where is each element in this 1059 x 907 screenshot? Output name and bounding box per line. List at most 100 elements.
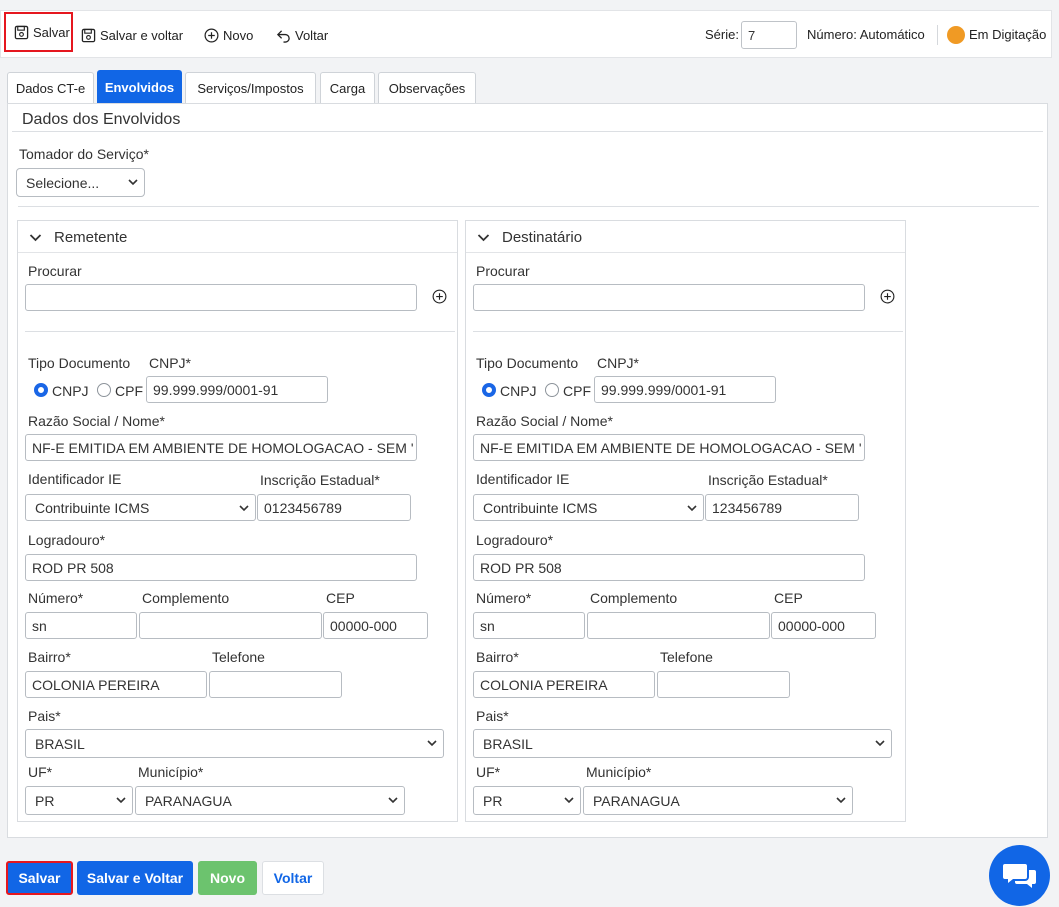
cnpj-radio[interactable] bbox=[482, 383, 496, 397]
footer-save-and-return-button[interactable]: Salvar e Voltar bbox=[77, 861, 193, 895]
chevron-down-icon bbox=[875, 740, 885, 747]
pais-select[interactable]: BRASIL bbox=[473, 729, 892, 758]
logradouro-input[interactable]: ROD PR 508 bbox=[473, 554, 865, 581]
cnpj-input[interactable]: 99.999.999/0001-91 bbox=[594, 376, 776, 403]
telefone-label: Telefone bbox=[660, 649, 713, 665]
inscricao-estadual-label: Inscrição Estadual* bbox=[708, 472, 828, 488]
cpf-radio-label: CPF bbox=[563, 383, 591, 399]
cnpj-value: 99.999.999/0001-91 bbox=[601, 381, 727, 398]
remetente-title: Remetente bbox=[54, 229, 128, 246]
bairro-input[interactable]: COLONIA PEREIRA bbox=[25, 671, 207, 698]
identificador-ie-value: Contribuinte ICMS bbox=[483, 499, 598, 516]
footer-back-button[interactable]: Voltar bbox=[262, 861, 324, 895]
cnpj-input[interactable]: 99.999.999/0001-91 bbox=[146, 376, 328, 403]
cnpj-label: CNPJ* bbox=[597, 355, 640, 371]
back-label: Voltar bbox=[295, 27, 329, 43]
footer-save-label: Salvar bbox=[18, 870, 61, 886]
numero-label: Número* bbox=[476, 590, 532, 606]
destinatario-panel: Destinatário Procurar Tipo Documento CNP… bbox=[465, 220, 906, 822]
pais-value: BRASIL bbox=[483, 735, 533, 752]
cep-input[interactable]: 00000-000 bbox=[323, 612, 428, 639]
chat-bubbles-icon bbox=[1002, 863, 1036, 888]
municipio-label: Município* bbox=[586, 764, 652, 780]
pais-select[interactable]: BRASIL bbox=[25, 729, 444, 758]
tab-label: Carga bbox=[329, 80, 366, 96]
numero-input[interactable]: sn bbox=[473, 612, 585, 639]
cpf-radio[interactable] bbox=[545, 383, 559, 397]
uf-label: UF* bbox=[28, 764, 53, 780]
status-indicator-icon bbox=[947, 26, 965, 44]
numero-value: sn bbox=[480, 617, 495, 634]
tab-carga[interactable]: Carga bbox=[320, 72, 375, 103]
save-and-return-label: Salvar e voltar bbox=[100, 27, 184, 43]
tab-servicos-impostos[interactable]: Serviços/Impostos bbox=[185, 72, 316, 103]
serie-input[interactable]: 7 bbox=[741, 21, 797, 49]
tab-envolvidos[interactable]: Envolvidos bbox=[97, 70, 182, 103]
tab-label: Serviços/Impostos bbox=[197, 80, 304, 96]
inscricao-estadual-input[interactable]: 0123456789 bbox=[257, 494, 411, 521]
footer-save-and-return-label: Salvar e Voltar bbox=[86, 870, 184, 886]
razao-social-value: NF-E EMITIDA EM AMBIENTE DE HOMOLOGACAO … bbox=[480, 439, 862, 456]
telefone-input[interactable] bbox=[209, 671, 342, 698]
chat-button[interactable] bbox=[989, 845, 1050, 906]
remetente-header[interactable]: Remetente bbox=[18, 221, 457, 253]
municipio-select[interactable]: PARANAGUA bbox=[583, 786, 853, 815]
razao-social-input[interactable]: NF-E EMITIDA EM AMBIENTE DE HOMOLOGACAO … bbox=[25, 434, 417, 461]
inscricao-estadual-input[interactable]: 123456789 bbox=[705, 494, 859, 521]
cnpj-radio[interactable] bbox=[34, 383, 48, 397]
logradouro-label: Logradouro* bbox=[476, 532, 554, 548]
bairro-value: COLONIA PEREIRA bbox=[480, 676, 608, 693]
add-circle-icon[interactable] bbox=[432, 289, 447, 304]
razao-social-input[interactable]: NF-E EMITIDA EM AMBIENTE DE HOMOLOGACAO … bbox=[473, 434, 865, 461]
numero-label: Número: Automático bbox=[807, 27, 925, 42]
back-button[interactable]: Voltar bbox=[276, 21, 328, 49]
pais-label: Pais* bbox=[476, 708, 509, 724]
section-title: Dados dos Envolvidos bbox=[22, 111, 181, 128]
remetente-panel: Remetente Procurar Tipo Documento CNPJ* … bbox=[17, 220, 458, 822]
cnpj-radio-label: CNPJ bbox=[500, 383, 537, 399]
top-toolbar: Salvar Salvar e voltar Novo Voltar Série… bbox=[0, 10, 1052, 58]
tab-label: Dados CT-e bbox=[15, 80, 86, 96]
tomador-select[interactable]: Selecione... bbox=[16, 168, 145, 197]
save-icon bbox=[81, 28, 96, 42]
tomador-value: Selecione... bbox=[26, 174, 100, 191]
cpf-radio[interactable] bbox=[97, 383, 111, 397]
tab-dados-cte[interactable]: Dados CT-e bbox=[7, 72, 94, 103]
complemento-input[interactable] bbox=[139, 612, 322, 639]
status-label: Em Digitação bbox=[969, 27, 1047, 42]
destinatario-header[interactable]: Destinatário bbox=[466, 221, 905, 253]
cep-input[interactable]: 00000-000 bbox=[771, 612, 876, 639]
inscricao-estadual-value: 0123456789 bbox=[264, 499, 342, 516]
telefone-input[interactable] bbox=[657, 671, 790, 698]
tab-label: Observações bbox=[388, 80, 466, 96]
identificador-ie-select[interactable]: Contribuinte ICMS bbox=[25, 494, 256, 521]
numero-input[interactable]: sn bbox=[25, 612, 137, 639]
identificador-ie-select[interactable]: Contribuinte ICMS bbox=[473, 494, 704, 521]
uf-select[interactable]: PR bbox=[25, 786, 133, 815]
bairro-input[interactable]: COLONIA PEREIRA bbox=[473, 671, 655, 698]
save-button[interactable]: Salvar bbox=[4, 12, 73, 52]
identificador-ie-label: Identificador IE bbox=[28, 471, 122, 487]
uf-label: UF* bbox=[476, 764, 501, 780]
procurar-label: Procurar bbox=[476, 263, 530, 279]
footer-new-button[interactable]: Novo bbox=[198, 861, 257, 895]
tab-label: Envolvidos bbox=[104, 79, 175, 95]
logradouro-label: Logradouro* bbox=[28, 532, 106, 548]
uf-select[interactable]: PR bbox=[473, 786, 581, 815]
add-circle-icon[interactable] bbox=[880, 289, 895, 304]
telefone-label: Telefone bbox=[212, 649, 265, 665]
destinatario-search-input[interactable] bbox=[473, 284, 865, 311]
razao-social-label: Razão Social / Nome* bbox=[28, 413, 165, 429]
save-and-return-button[interactable]: Salvar e voltar bbox=[81, 21, 183, 49]
new-button[interactable]: Novo bbox=[204, 21, 253, 49]
tab-observacoes[interactable]: Observações bbox=[378, 72, 476, 103]
complemento-input[interactable] bbox=[587, 612, 770, 639]
logradouro-input[interactable]: ROD PR 508 bbox=[25, 554, 417, 581]
footer-save-button[interactable]: Salvar bbox=[6, 861, 73, 895]
bairro-value: COLONIA PEREIRA bbox=[32, 676, 160, 693]
tipo-documento-label: Tipo Documento bbox=[476, 355, 579, 371]
remetente-search-input[interactable] bbox=[25, 284, 417, 311]
municipio-select[interactable]: PARANAGUA bbox=[135, 786, 405, 815]
tomador-divider bbox=[18, 206, 1039, 207]
identificador-ie-label: Identificador IE bbox=[476, 471, 570, 487]
